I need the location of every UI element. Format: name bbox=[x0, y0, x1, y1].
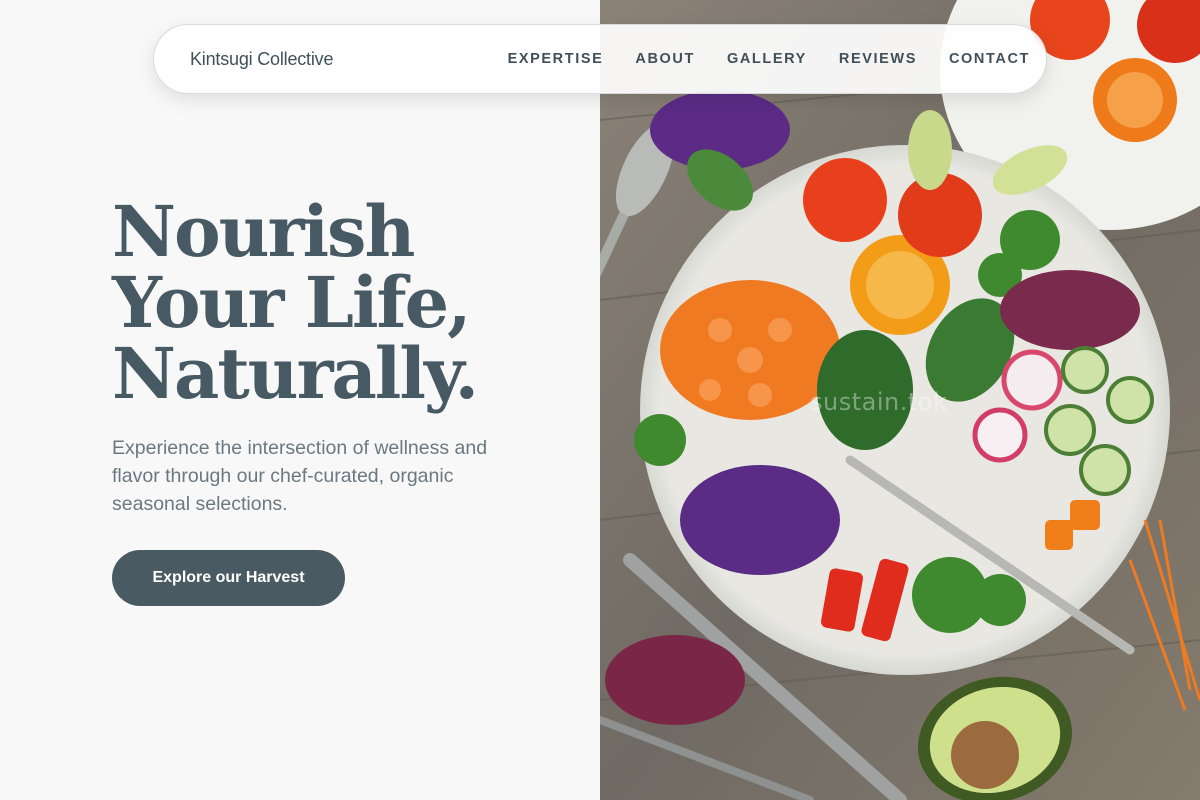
nav-link-contact[interactable]: CONTACT bbox=[949, 51, 1030, 67]
nav-link-expertise[interactable]: EXPERTISE bbox=[508, 51, 604, 67]
nav-links: EXPERTISE ABOUT GALLERY REVIEWS CONTACT bbox=[508, 51, 1030, 67]
brand-name[interactable]: Kintsugi Collective bbox=[190, 49, 333, 70]
landing-page: sustain.tok Kintsugi Collective EXPERTIS… bbox=[0, 0, 1200, 800]
headline-line-3: Naturally. bbox=[112, 332, 479, 415]
image-watermark: sustain.tok bbox=[810, 388, 948, 416]
top-navigation: Kintsugi Collective EXPERTISE ABOUT GALL… bbox=[153, 24, 1047, 94]
nav-link-gallery[interactable]: GALLERY bbox=[727, 51, 807, 67]
headline-line-2: Your Life, bbox=[112, 261, 472, 344]
hero-headline: Nourish Your Life, Naturally. bbox=[112, 196, 582, 409]
nav-link-reviews[interactable]: REVIEWS bbox=[839, 51, 917, 67]
hero-subtext: Experience the intersection of wellness … bbox=[112, 437, 488, 515]
nav-link-about[interactable]: ABOUT bbox=[635, 51, 695, 67]
headline-line-1: Nourish bbox=[112, 190, 415, 273]
explore-harvest-button[interactable]: Explore our Harvest bbox=[112, 550, 345, 606]
